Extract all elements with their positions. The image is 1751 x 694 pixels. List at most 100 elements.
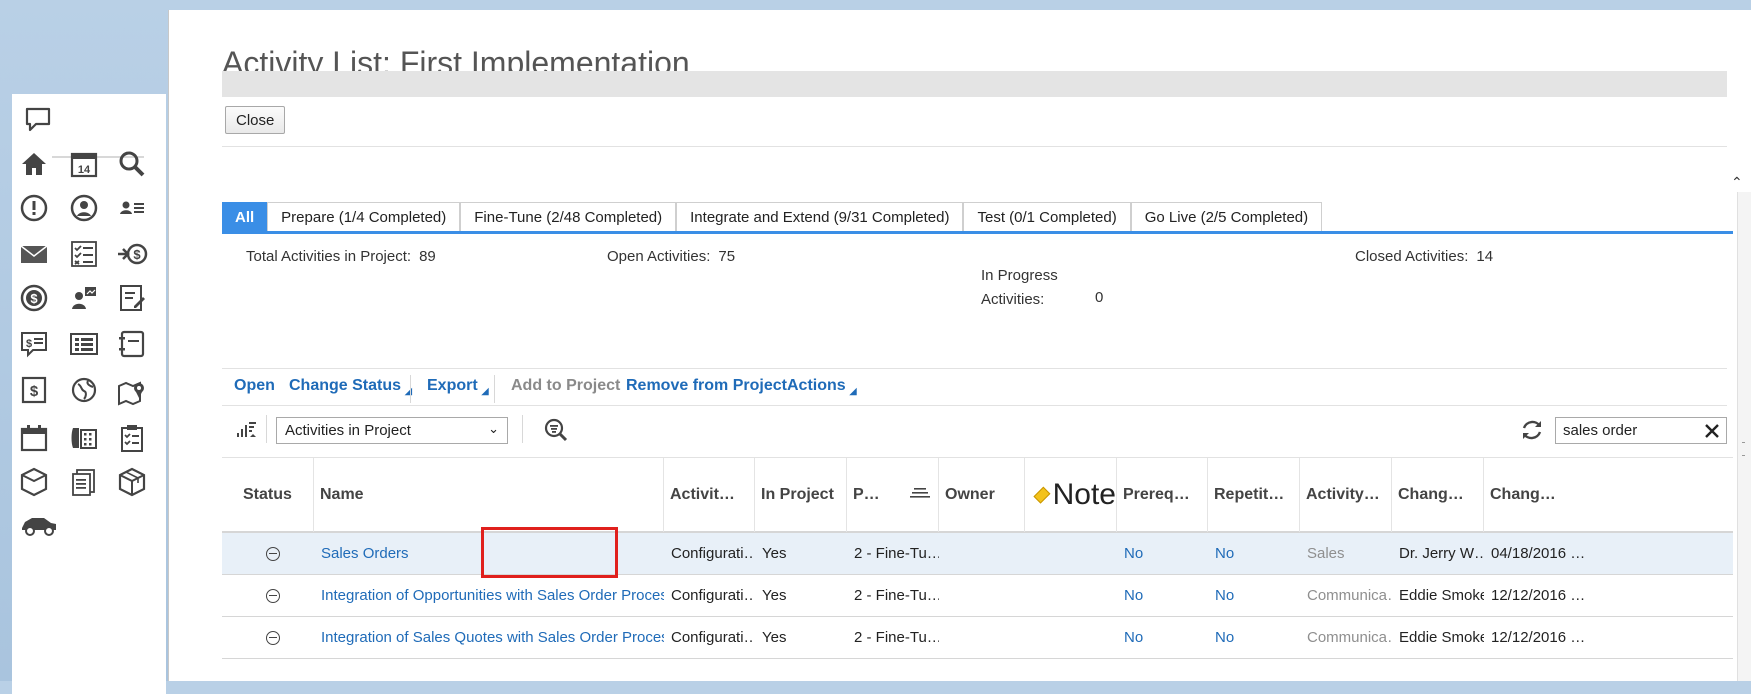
table-row[interactable]: Integration of Opportunities with Sales … [222,575,1733,617]
col-name[interactable]: Name [314,458,664,532]
status-icon[interactable] [259,617,289,658]
phone-icon[interactable] [66,420,102,456]
user-profile-icon[interactable] [66,190,102,226]
col-activity[interactable]: Activit… [664,458,755,532]
prerequisite-link[interactable]: No [1117,575,1208,616]
col-note[interactable]: Note [1025,458,1117,532]
phase-cell: 2 - Fine-Tu… [854,587,939,604]
calendar-blank-icon[interactable] [16,420,52,456]
sort-indicator-icon [909,486,930,505]
open-activities-label: Open Activities: [607,248,711,265]
changed-on-cell: 04/18/2016 … [1491,545,1584,562]
refresh-icon[interactable] [1519,417,1545,443]
open-action[interactable]: Open [234,377,275,395]
activity-name-link[interactable]: Integration of Opportunities with Sales … [314,575,664,616]
search-icon[interactable] [114,146,150,182]
prerequisite-link[interactable]: No [1117,617,1208,658]
sort-icon[interactable] [234,417,258,441]
payment-icon[interactable]: $ [114,236,150,272]
prerequisite-link[interactable]: No [1117,533,1208,574]
changed-by-cell: Eddie Smoke [1399,587,1484,604]
scroll-up-icon[interactable]: ⌃ [1731,174,1743,191]
invoice-icon[interactable]: $ [16,326,52,362]
mail-icon[interactable] [16,236,52,272]
filter-divider [266,415,267,443]
col-phase[interactable]: P… [847,458,939,532]
view-select[interactable]: Activities in Project ⌄ [276,417,508,444]
closed-activities-stat: Closed Activities: 14 [1355,248,1493,265]
total-activities-stat: Total Activities in Project: 89 [246,248,436,265]
advanced-filter-icon[interactable] [542,416,570,444]
action-toolbar: Open Change Status ◢ Export ◢ Add to Proje… [222,368,1727,406]
activity-name-link[interactable]: Sales Orders [314,533,664,574]
table-row[interactable]: Integration of Sales Quotes with Sales O… [222,617,1733,659]
tab-integrate-extend[interactable]: Integrate and Extend (9/31 Completed) [676,202,964,231]
map-pin-icon[interactable] [114,372,150,408]
home-icon[interactable] [16,146,52,182]
checklist-icon[interactable] [66,236,102,272]
col-changed-on[interactable]: Chang… [1484,458,1584,532]
col-activity-group[interactable]: Activity… [1300,458,1392,532]
clear-search-icon[interactable] [1702,421,1722,441]
table-row[interactable]: Sales Orders Configurati… Yes 2 - Fine-T… [222,533,1733,575]
tab-go-live[interactable]: Go Live (2/5 Completed) [1130,202,1323,231]
change-status-action[interactable]: Change Status ◢ [289,377,412,397]
tab-fine-tune[interactable]: Fine-Tune (2/48 Completed) [460,202,677,231]
tab-test[interactable]: Test (0/1 Completed) [963,202,1131,231]
owner-cell [939,533,1025,574]
changed-by-cell: Dr. Jerry W… [1399,545,1484,562]
add-to-project-action[interactable]: Add to Project [511,377,620,395]
repetitive-link[interactable]: No [1208,575,1300,616]
changed-on-cell: 12/12/2016 … [1491,587,1584,604]
status-icon[interactable] [259,575,289,616]
report-edit-icon[interactable] [114,280,150,316]
launcher-sidebar: 14 $ $ $ $ [12,94,166,694]
total-activities-value: 89 [419,248,436,265]
cube-icon[interactable] [114,464,150,500]
clipboard-icon[interactable] [114,420,150,456]
package-icon[interactable] [16,464,52,500]
scrollbar-grip[interactable] [1742,442,1745,456]
col-repetitive[interactable]: Repetit… [1208,458,1300,532]
notebook-icon[interactable] [114,326,150,362]
activity-type-cell: Configurati… [671,587,755,604]
export-action[interactable]: Export ◢ [427,377,489,397]
closed-activities-label: Closed Activities: [1355,248,1469,265]
money-icon[interactable]: $ [16,280,52,316]
activity-name-link[interactable]: Integration of Sales Quotes with Sales O… [314,617,664,658]
activity-type-cell: Configurati… [671,629,755,646]
phase-tabs: All Prepare (1/4 Completed) Fine-Tune (2… [222,202,1733,234]
activity-table: Status Name Activit… In Project P… Owner… [222,457,1733,659]
actions-menu[interactable]: Actions ◢ [787,377,857,397]
svg-text:$: $ [26,338,32,350]
col-status[interactable]: Status [222,458,314,532]
repetitive-link[interactable]: No [1208,617,1300,658]
documents-icon[interactable] [66,464,102,500]
in-project-cell: Yes [762,629,787,646]
col-prerequisite[interactable]: Prereq… [1117,458,1208,532]
total-activities-label: Total Activities in Project: [246,248,412,265]
tab-all[interactable]: All [222,202,268,231]
chat-icon[interactable] [20,102,56,138]
alert-icon[interactable] [16,190,52,226]
vertical-scrollbar[interactable] [1737,192,1751,681]
open-activities-stat: Open Activities: 75 [607,248,735,265]
owner-cell [939,617,1025,658]
globe-refresh-icon[interactable] [66,372,102,408]
col-owner[interactable]: Owner [939,458,1025,532]
activity-group-cell: Communica… [1307,629,1392,646]
car-icon[interactable] [18,506,60,542]
col-in-project[interactable]: In Project [755,458,847,532]
svg-text:$: $ [30,291,38,306]
repetitive-link[interactable]: No [1208,533,1300,574]
remove-from-project-action[interactable]: Remove from Project [626,377,787,395]
status-icon[interactable] [259,533,289,574]
col-changed-by[interactable]: Chang… [1392,458,1484,532]
close-button[interactable]: Close [225,106,286,134]
contact-list-icon[interactable] [114,190,150,226]
calendar-icon[interactable]: 14 [66,146,102,182]
tab-prepare[interactable]: Prepare (1/4 Completed) [267,202,461,231]
list-icon[interactable] [66,326,102,362]
document-dollar-icon[interactable]: $ [16,372,52,408]
team-icon[interactable] [66,280,102,316]
